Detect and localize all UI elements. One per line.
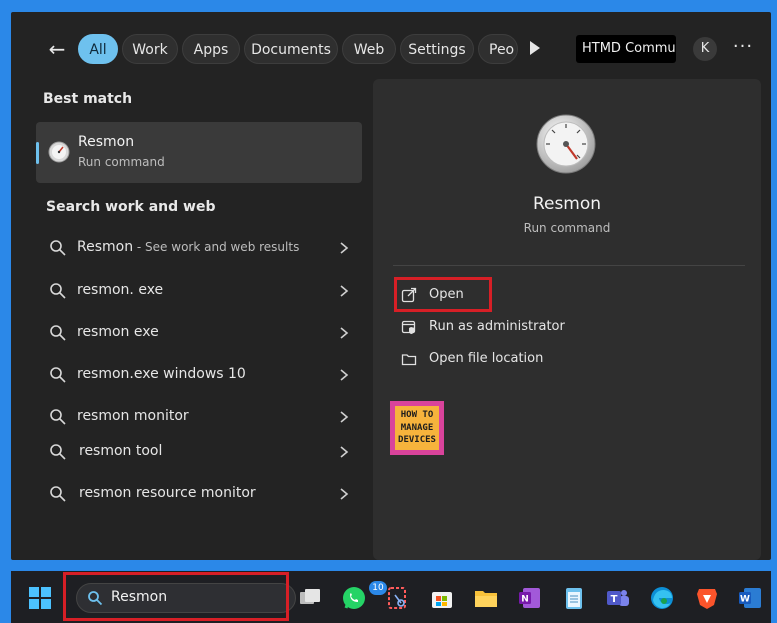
back-arrow-icon[interactable]: ← (45, 37, 69, 61)
chevron-right-icon (340, 242, 349, 254)
search-icon (50, 240, 66, 256)
divider (393, 265, 745, 266)
teams-icon[interactable]: T (605, 585, 631, 611)
best-match-item[interactable]: Resmon Run command (36, 122, 362, 183)
filter-chip-web[interactable]: Web (342, 34, 396, 64)
web-result-item[interactable]: resmon monitor (45, 405, 355, 429)
open-file-location-action[interactable]: Open file location (401, 349, 561, 371)
web-result-item[interactable]: Resmon - See work and web results (45, 236, 355, 260)
snipping-tool-icon[interactable] (385, 585, 411, 611)
onenote-icon[interactable]: N (517, 585, 543, 611)
search-icon (50, 367, 66, 383)
open-file-location-label: Open file location (429, 351, 544, 366)
search-icon (50, 409, 66, 425)
chevron-right-icon (340, 446, 349, 458)
chevron-right-icon (340, 285, 349, 297)
taskbar: Resmon 10 N T W (11, 571, 771, 623)
search-web-heading: Search work and web (46, 199, 216, 215)
word-icon[interactable]: W (737, 585, 763, 611)
search-icon (50, 486, 66, 502)
edge-icon[interactable] (649, 585, 675, 611)
svg-text:T: T (611, 594, 618, 605)
shield-admin-icon (401, 320, 416, 334)
run-as-admin-action[interactable]: Run as administrator (401, 317, 581, 339)
web-result-label: Resmon - See work and web results (77, 239, 300, 255)
web-result-label: resmon exe (77, 324, 159, 340)
account-avatar[interactable]: K (693, 37, 717, 61)
search-icon (50, 444, 66, 460)
filter-chip-documents[interactable]: Documents (244, 34, 338, 64)
logo-line: DEVICES (398, 435, 436, 445)
brave-icon[interactable] (694, 585, 720, 611)
whatsapp-icon[interactable] (341, 585, 367, 611)
selection-accent (36, 142, 39, 164)
filter-chip-people[interactable]: Peo (478, 34, 518, 64)
logo-line: MANAGE (400, 423, 434, 433)
start-search-panel: ← All Work Apps Documents Web Settings P… (11, 12, 771, 560)
search-highlight-box (63, 572, 289, 621)
filter-chip-apps[interactable]: Apps (182, 34, 240, 64)
organization-button[interactable]: HTMD Commu... (576, 35, 676, 63)
best-match-title: Resmon (78, 134, 135, 150)
web-result-label: resmon.exe windows 10 (77, 366, 246, 382)
details-title: Resmon (532, 194, 602, 214)
chevron-right-icon (340, 411, 349, 423)
file-explorer-icon[interactable] (473, 585, 499, 611)
notepad-icon[interactable] (561, 585, 587, 611)
resmon-gauge-icon (536, 114, 596, 174)
web-result-item[interactable]: resmon.exe windows 10 (45, 363, 355, 387)
search-icon (50, 325, 66, 341)
chevron-right-icon (340, 327, 349, 339)
web-result-item[interactable]: resmon exe (45, 321, 355, 345)
filter-chip-work[interactable]: Work (122, 34, 178, 64)
web-result-label: resmon. exe (77, 282, 164, 298)
open-highlight-box (394, 277, 492, 312)
svg-text:N: N (521, 595, 529, 605)
more-options-icon[interactable]: ··· (731, 35, 755, 59)
search-icon (50, 283, 66, 299)
run-as-admin-label: Run as administrator (429, 319, 565, 334)
filter-bar: ← All Work Apps Documents Web Settings P… (11, 12, 771, 84)
logo-inner: HOW TO MANAGE DEVICES (395, 406, 439, 450)
details-subtitle: Run command (523, 221, 611, 235)
web-result-item[interactable]: resmon resource monitor (45, 482, 355, 506)
svg-text:W: W (740, 595, 750, 605)
resmon-gauge-icon (48, 141, 70, 163)
howto-manage-devices-logo: HOW TO MANAGE DEVICES (390, 401, 444, 455)
task-view-icon[interactable] (297, 585, 323, 611)
scroll-right-play-icon[interactable] (530, 41, 540, 55)
filter-chip-settings[interactable]: Settings (400, 34, 474, 64)
filter-chip-all[interactable]: All (78, 34, 118, 64)
best-match-subtitle: Run command (78, 155, 165, 169)
logo-line: HOW TO (400, 410, 434, 420)
web-result-label: resmon monitor (77, 408, 189, 424)
details-pane: Resmon Run command Open Run as administr… (373, 79, 761, 560)
chevron-right-icon (340, 488, 349, 500)
chevron-right-icon (340, 369, 349, 381)
windows-start-icon[interactable] (29, 587, 51, 609)
web-result-item[interactable]: resmon tool (45, 440, 355, 464)
web-result-label: resmon tool (79, 443, 163, 459)
best-match-heading: Best match (43, 91, 133, 107)
web-result-item[interactable]: resmon. exe (45, 279, 355, 303)
folder-icon (401, 354, 417, 366)
web-result-label: resmon resource monitor (79, 485, 256, 501)
microsoft-store-icon[interactable] (429, 585, 455, 611)
